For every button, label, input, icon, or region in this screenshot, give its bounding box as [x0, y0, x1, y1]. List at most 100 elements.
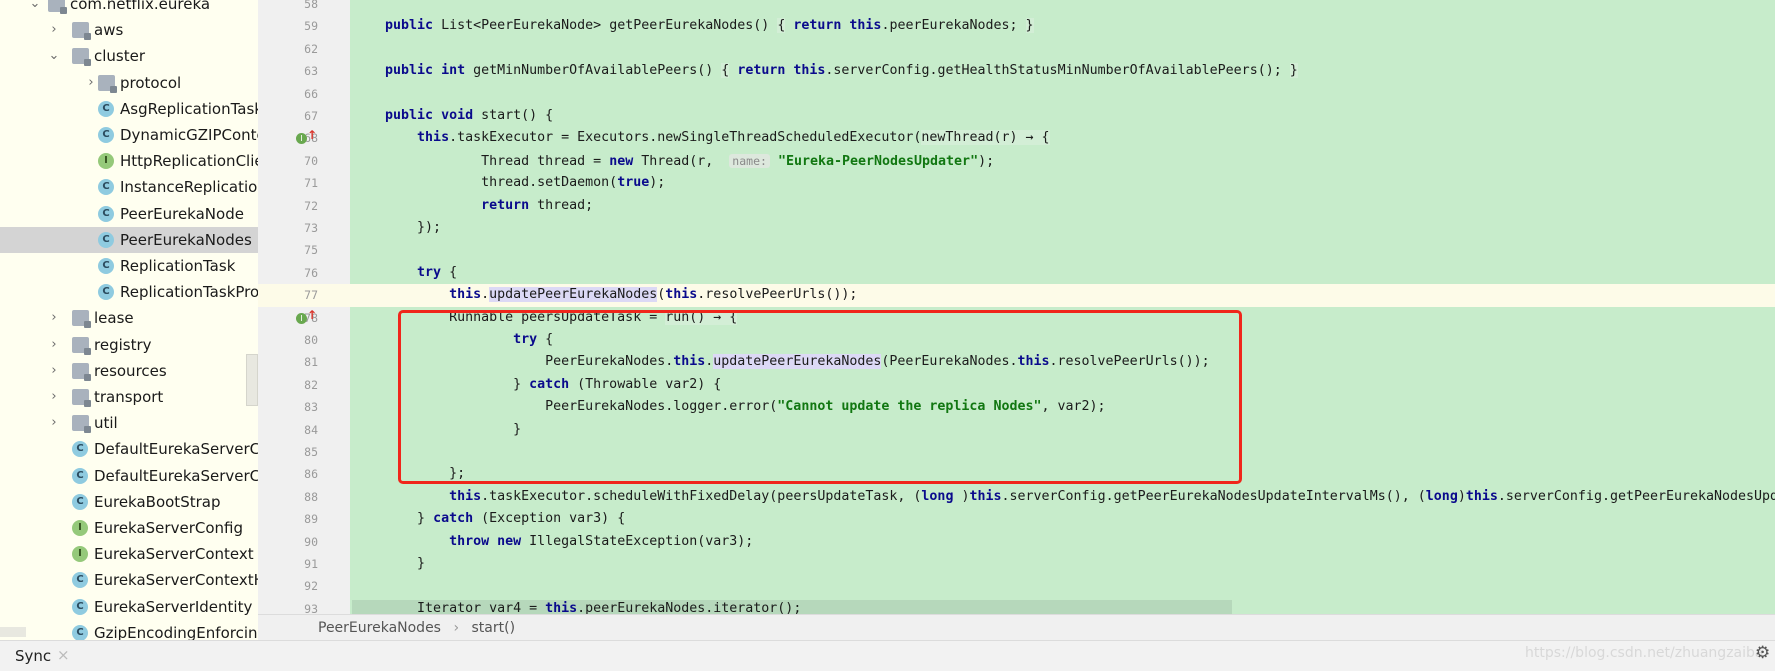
code-token: Iterator var4 = [353, 600, 546, 614]
sync-tab[interactable]: Sync [15, 647, 51, 665]
line-number: 90 [304, 534, 318, 549]
code-token: return [793, 18, 842, 34]
code-line[interactable]: public int getMinNumberOfAvailablePeers(… [353, 60, 1298, 82]
code-line[interactable]: return thread; [353, 195, 593, 217]
code-line[interactable]: thread.setDaemon(true); [353, 172, 665, 194]
code-token: .taskExecutor.scheduleWithFixedDelay(pee… [481, 488, 922, 504]
editor-content: 58 59 public List<PeerEurekaNode> getPeer… [0, 0, 1775, 614]
line-number: 67 [304, 109, 318, 123]
code-line[interactable]: this.taskExecutor = Executors.newSingleT… [353, 127, 1050, 149]
line-number: 91 [304, 557, 318, 571]
breadcrumb-separator-icon: › [453, 620, 460, 636]
code-token: throw new [449, 533, 522, 549]
code-line[interactable]: } [353, 553, 425, 575]
code-token: .resolvePeerUrls()); [697, 287, 858, 303]
code-token: return [481, 197, 530, 213]
line-number: 59 [304, 19, 318, 34]
code-token: }); [353, 220, 442, 235]
code-token: public int [385, 63, 466, 79]
code-token: } [1025, 18, 1034, 34]
code-token: this [969, 488, 1002, 504]
code-token: this [545, 600, 578, 614]
code-line[interactable]: public void start() { [353, 105, 553, 127]
line-number: 66 [304, 86, 318, 101]
code-token: public [385, 18, 434, 34]
code-token: long [1425, 488, 1458, 504]
line-number: 93 [304, 601, 318, 614]
code-token: this [449, 488, 482, 504]
code-token: start() { [473, 108, 554, 123]
code-token: { [441, 264, 458, 280]
code-token: Thread thread = [353, 153, 610, 169]
annotation-highlight-box [398, 310, 1242, 484]
code-line[interactable]: } catch (Exception var3) { [353, 508, 625, 530]
code-token: new [609, 153, 634, 169]
code-token: List<PeerEurekaNode> getPeerEurekaNodes(… [433, 18, 778, 34]
line-number: 92 [304, 579, 318, 594]
code-token: .peerEurekaNodes; [881, 18, 1026, 34]
override-arrow-icon[interactable]: ↑ [307, 128, 317, 142]
line-number: 89 [304, 512, 318, 527]
class-icon: C [72, 624, 88, 640]
code-token: .peerEurekaNodes.iterator(); [577, 600, 802, 614]
code-token: } [1289, 63, 1298, 79]
code-token: "Eureka-PeerNodesUpdater" [777, 153, 979, 169]
code-token: ) [1457, 488, 1466, 504]
code-token: } [353, 556, 426, 571]
line-number: 83 [304, 400, 318, 415]
line-number: 88 [304, 489, 318, 504]
code-token: this [449, 287, 482, 303]
code-line[interactable]: this.updatePeerEurekaNodes(this.resolveP… [353, 284, 857, 306]
breadcrumb: PeerEurekaNodes › start() [258, 614, 1775, 641]
code-token: .serverConfig.getPeerEurekaNodesUpda [1497, 488, 1775, 504]
code-token: true [617, 175, 650, 191]
code-line[interactable]: Thread thread = new Thread(r, name: "Eur… [353, 150, 994, 172]
code-token: public void [385, 108, 474, 123]
code-token: .serverConfig.getPeerEurekaNodesUpdateIn… [1001, 488, 1426, 504]
line-number: 80 [304, 333, 318, 347]
tree-horizontal-scrollbar[interactable] [0, 627, 26, 637]
code-token: long [921, 488, 954, 504]
code-line[interactable]: this.taskExecutor.scheduleWithFixedDelay… [353, 486, 1775, 508]
code-token: getMinNumberOfAvailablePeers() [465, 63, 722, 79]
line-number: 85 [304, 445, 318, 459]
code-token: catch [433, 511, 474, 527]
close-icon[interactable]: × [57, 646, 70, 664]
code-line[interactable]: Iterator var4 = this.peerEurekaNodes.ite… [353, 598, 801, 614]
breadcrumb-method[interactable]: start() [472, 620, 516, 636]
code-token: this [417, 130, 450, 146]
override-arrow-icon[interactable]: ↑ [307, 308, 317, 322]
code-line[interactable]: }); [353, 217, 441, 239]
code-token: this [665, 287, 698, 303]
code-token: this [793, 63, 826, 79]
line-number: 58 [304, 0, 318, 11]
code-line[interactable]: throw new IllegalStateException(var3); [353, 531, 753, 553]
line-number: 84 [304, 422, 318, 437]
watermark: https://blog.csdn.net/zhuangzaiba [1525, 645, 1764, 661]
line-number: 86 [304, 467, 318, 482]
line-number: 72 [304, 198, 318, 213]
implements-gutter-icon[interactable]: I [296, 312, 307, 324]
code-line[interactable]: public List<PeerEurekaNode> getPeerEurek… [353, 15, 1034, 37]
code-token: name: [729, 153, 770, 168]
breadcrumb-class[interactable]: PeerEurekaNodes [318, 620, 441, 636]
code-token: IllegalStateException(var3); [521, 533, 754, 549]
code-token: return [737, 63, 786, 79]
line-number: 63 [304, 64, 318, 79]
line-number: 70 [304, 153, 318, 168]
code-token: thread; [529, 197, 594, 213]
code-token: Thread(r, [633, 153, 730, 169]
status-bar: Sync × https://blog.csdn.net/zhuangzaiba… [0, 640, 1775, 671]
tree-item[interactable]: C GzipEncodingEnforcinc [0, 620, 258, 640]
code-token: this [849, 18, 882, 34]
line-number: 75 [304, 243, 318, 258]
gear-icon[interactable]: ⚙ [1755, 643, 1770, 663]
code-line[interactable]: try { [353, 262, 457, 284]
code-token: ); [649, 175, 666, 191]
